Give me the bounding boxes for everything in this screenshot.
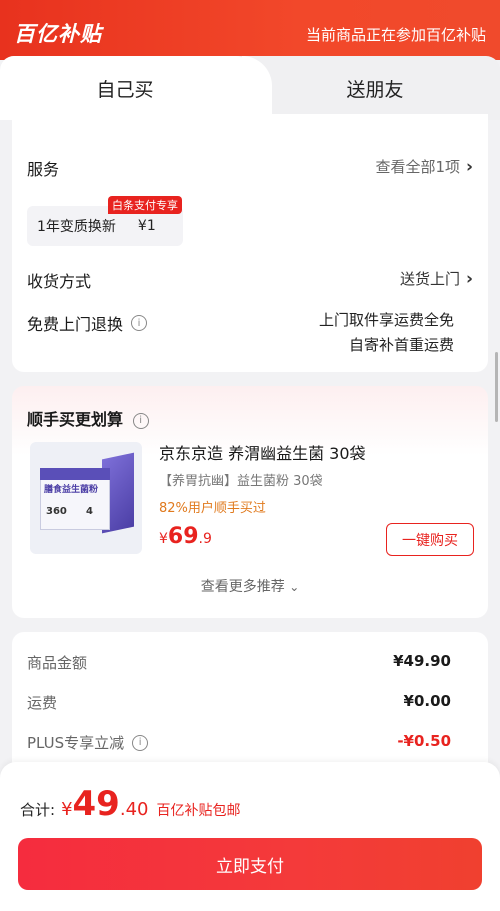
summary-value-discount: -¥0.50: [397, 732, 451, 750]
info-icon[interactable]: i: [132, 734, 149, 751]
price-currency: ¥: [159, 531, 168, 547]
total-decimal: .40: [119, 799, 149, 820]
summary-label: PLUS专享立减: [27, 734, 125, 752]
product-subtitle: 【养胃抗幽】益生菌粉 30袋: [159, 474, 323, 489]
box-band-graphic: [40, 468, 110, 480]
product-bought-rate: 82%用户顺手买过: [159, 501, 266, 516]
box-label: 膳食益生菌粉: [44, 485, 99, 495]
service-title: 服务: [27, 160, 60, 179]
chevron-right-icon: ›: [465, 268, 473, 289]
free-return-row: 免费上门退换 i: [27, 311, 148, 335]
info-icon[interactable]: i: [132, 412, 149, 429]
delivery-value: 送货上门: [399, 270, 460, 288]
summary-row-shipping: 运费 ¥0.00: [27, 692, 451, 713]
subsidy-note: 当前商品正在参加百亿补贴: [305, 26, 486, 44]
view-all-services[interactable]: 查看全部1项 ›: [375, 156, 473, 177]
scrollbar[interactable]: [495, 352, 498, 422]
price-decimal: .9: [198, 531, 212, 547]
product-image[interactable]: 膳食益生菌粉 360 4: [30, 442, 142, 554]
view-all-label: 查看全部1项: [375, 158, 460, 176]
recommend-title: 顺手买更划算 i: [27, 406, 149, 430]
product-price: ¥69.9: [159, 524, 212, 549]
delivery-selector[interactable]: 送货上门 ›: [400, 268, 473, 289]
summary-value: ¥0.00: [403, 692, 451, 710]
pay-now-button[interactable]: 立即支付: [18, 838, 482, 890]
return-description: 上门取件享运费全免 自寄补首重运费: [319, 308, 454, 358]
recommend-title-text: 顺手买更划算: [27, 410, 124, 429]
recommend-card: 顺手买更划算 i 膳食益生菌粉 360 4 京东京造 养渭幽益生菌 30袋 【养…: [12, 386, 488, 618]
service-option-price: ¥1: [137, 218, 156, 234]
tab-buy-for-self[interactable]: 自己买: [0, 56, 250, 120]
return-line-1: 上门取件享运费全免: [318, 311, 454, 329]
summary-row-plus-discount: PLUS专享立减 i -¥0.50: [27, 732, 451, 753]
chevron-right-icon: ›: [465, 156, 473, 177]
summary-label: 商品金额: [27, 654, 88, 672]
delivery-label: 收货方式: [27, 272, 92, 291]
total-label: 合计:: [20, 801, 56, 819]
total-amount: 合计: ¥ 49 .40 百亿补贴包邮: [20, 784, 240, 824]
price-integer: 69: [167, 524, 199, 549]
box-number: 360: [46, 506, 67, 517]
service-option-name: 1年变质换新: [37, 219, 116, 235]
summary-label: 运费: [27, 694, 58, 712]
summary-label-wrap: PLUS专享立减 i: [27, 732, 149, 753]
summary-row-goods: 商品金额 ¥49.90: [27, 652, 451, 673]
total-currency: ¥: [61, 799, 73, 820]
purchase-tabs: 自己买 送朋友: [0, 56, 500, 120]
service-card: 服务 查看全部1项 › 1年变质换新 ¥1 白条支付专享 收货方式 送货上门 ›…: [12, 114, 488, 372]
more-recommendations-label: 查看更多推荐: [200, 579, 285, 595]
service-option-badge: 白条支付专享: [108, 196, 182, 214]
one-click-buy-button[interactable]: 一键购买: [386, 523, 474, 556]
tab-gift-to-friend[interactable]: 送朋友: [250, 56, 500, 120]
total-note: 百亿补贴包邮: [156, 803, 241, 819]
subsidy-banner: 百亿补贴 当前商品正在参加百亿补贴: [0, 0, 500, 60]
box-number-2: 4: [86, 506, 93, 517]
summary-value: ¥49.90: [393, 652, 451, 670]
chevron-down-icon: ⌄: [289, 580, 300, 594]
more-recommendations-link[interactable]: 查看更多推荐 ⌄: [12, 576, 488, 596]
subsidy-logo: 百亿补贴: [14, 22, 102, 46]
total-integer: 49: [72, 784, 120, 824]
return-line-2: 自寄补首重运费: [348, 336, 454, 354]
info-icon[interactable]: i: [131, 315, 148, 331]
checkout-bar: 合计: ¥ 49 .40 百亿补贴包邮 立即支付: [0, 762, 500, 911]
free-return-label: 免费上门退换: [27, 315, 124, 334]
product-name[interactable]: 京东京造 养渭幽益生菌 30袋: [159, 440, 366, 464]
